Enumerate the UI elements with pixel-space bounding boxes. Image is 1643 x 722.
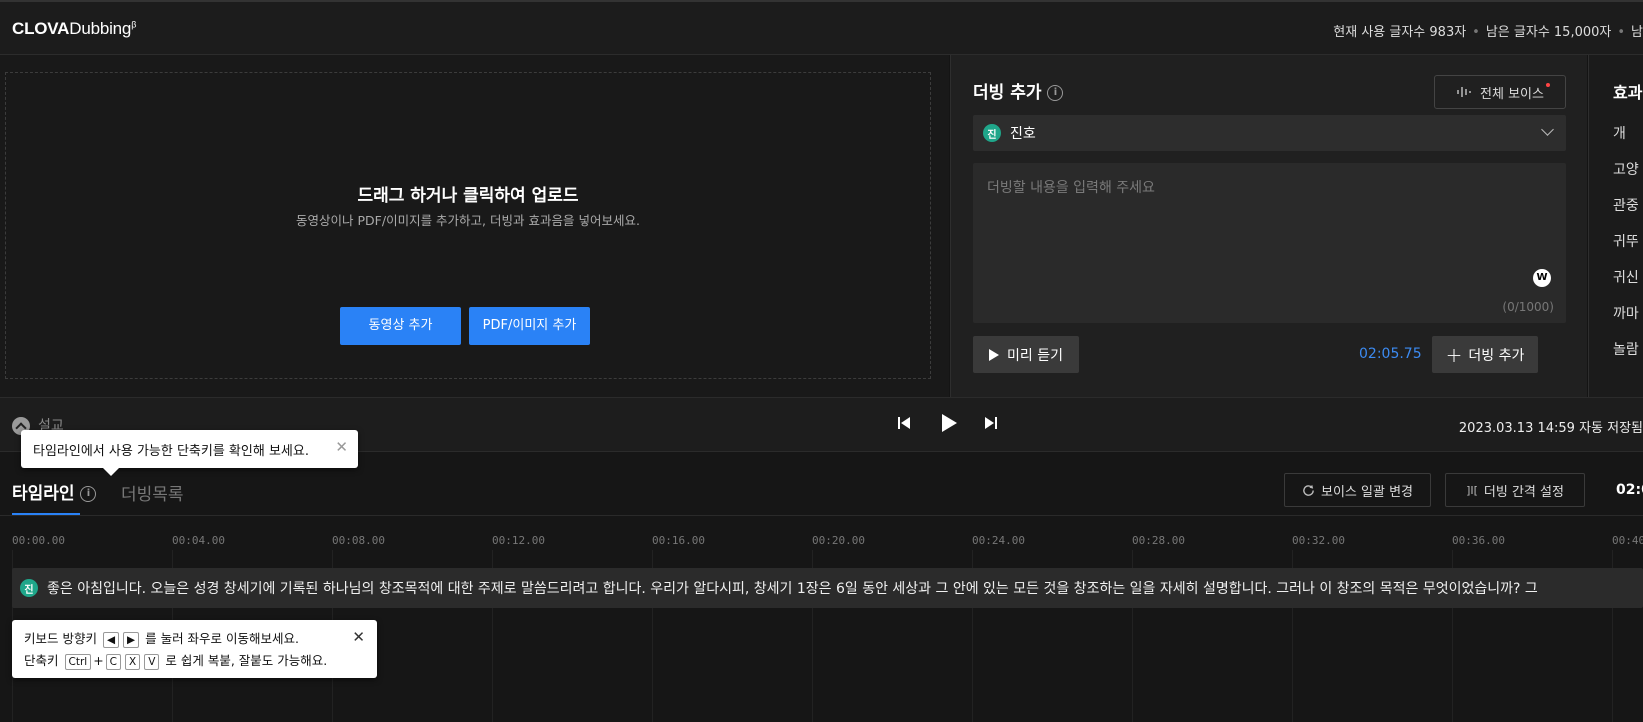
dubbing-clip[interactable]: 진 좋은 아침입니다. 오늘은 성경 창세기에 기록된 하나님의 창조목적에 대… xyxy=(12,568,1643,608)
tooltip-arrow xyxy=(103,468,119,476)
chevron-down-icon xyxy=(1541,123,1554,136)
sfx-item[interactable]: 개 xyxy=(1613,123,1626,143)
ruler-tick: 00:16.00 xyxy=(652,534,705,547)
close-icon[interactable]: ✕ xyxy=(352,626,365,648)
usage-info: 현재 사용 글자수 983자 • 남은 글자수 15,000자 • 남 xyxy=(1333,25,1643,40)
upload-subtitle: 동영상이나 PDF/이미지를 추가하고, 더빙과 효과음을 넣어보세요. xyxy=(296,213,640,228)
left-arrow-key: ◀ xyxy=(102,632,120,648)
w-badge-icon[interactable]: W xyxy=(1533,269,1551,287)
ruler-tick: 00:00.00 xyxy=(12,534,65,547)
keyboard-hint-line1: 키보드 방향키 ◀ ▶ 를 눌러 좌우로 이동해보세요. xyxy=(24,631,300,648)
sound-effects-panel: 효과 개 고양 관중 귀뚜 귀신 까마 놀람 xyxy=(1588,55,1643,397)
preview-button[interactable]: 미리 듣기 xyxy=(973,336,1079,373)
dubbing-interval-button[interactable]: ]I[ 더빙 간격 설정 xyxy=(1445,473,1585,507)
sfx-item[interactable]: 관중 xyxy=(1613,195,1639,215)
ruler-tick: 00:08.00 xyxy=(332,534,385,547)
tabs-divider xyxy=(0,515,1643,516)
close-icon[interactable]: ✕ xyxy=(335,438,348,456)
tab-dubbing-list[interactable]: 더빙목록 xyxy=(121,480,184,505)
sfx-title: 효과 xyxy=(1613,83,1643,102)
remaining-chars: 남은 글자수 15,000자 xyxy=(1485,25,1612,40)
dubbing-title: 더빙 추가 i xyxy=(973,78,1064,103)
dubbing-text-input[interactable]: 더빙할 내용을 입력해 주세요 W (0/1000) xyxy=(973,163,1566,323)
add-dubbing-button[interactable]: + 더빙 추가 xyxy=(1432,336,1538,373)
ruler-tick: 00:40. xyxy=(1612,534,1643,547)
clip-text: 좋은 아침입니다. 오늘은 성경 창세기에 기록된 하나님의 창조목적에 대한 … xyxy=(47,581,1538,597)
ruler-tick: 00:32.00 xyxy=(1292,534,1345,547)
plus-icon: + xyxy=(1445,342,1463,367)
timeline-total-time: 02:0 xyxy=(1616,482,1643,498)
voice-avatar: 진 xyxy=(983,124,1001,142)
shortcut-tooltip: 타임라인에서 사용 가능한 단축키를 확인해 보세요. ✕ xyxy=(21,430,358,476)
ruler-tick: 00:28.00 xyxy=(1132,534,1185,547)
info-icon[interactable]: i xyxy=(80,486,97,502)
add-video-button[interactable]: 동영상 추가 xyxy=(340,307,461,345)
tab-timeline[interactable]: 타임라인 i xyxy=(12,479,97,504)
app-logo[interactable]: CLOVADubbingβ xyxy=(12,19,136,39)
c-key: C xyxy=(105,654,122,670)
refresh-icon xyxy=(1303,484,1314,496)
ruler-tick: 00:12.00 xyxy=(492,534,545,547)
info-icon[interactable]: i xyxy=(1047,85,1064,101)
voice-name: 진호 xyxy=(1010,126,1036,142)
bulk-voice-change-button[interactable]: 보이스 일괄 변경 xyxy=(1284,473,1431,507)
sfx-item[interactable]: 놀람 xyxy=(1613,339,1639,359)
waveform-icon xyxy=(1457,87,1471,97)
ctrl-key: Ctrl xyxy=(64,654,92,670)
right-arrow-key: ▶ xyxy=(123,632,140,648)
play-icon xyxy=(989,348,999,361)
all-voice-button[interactable]: 전체 보이스 xyxy=(1434,75,1566,109)
ruler-tick: 00:20.00 xyxy=(812,534,865,547)
upload-title: 드래그 하거나 클릭하여 업로드 xyxy=(357,186,579,206)
sfx-item[interactable]: 고양 xyxy=(1613,159,1639,179)
add-pdf-image-button[interactable]: PDF/이미지 추가 xyxy=(469,307,590,345)
keyboard-tooltip: 키보드 방향키 ◀ ▶ 를 눌러 좌우로 이동해보세요. 단축키 Ctrl + C X V… xyxy=(12,620,377,678)
autosave-status: 2023.03.13 14:59 자동 저장됨 xyxy=(1458,421,1643,436)
dubbing-duration: 02:05.75 xyxy=(1359,346,1422,362)
sfx-item[interactable]: 까마 xyxy=(1613,303,1639,323)
skip-previous-icon[interactable] xyxy=(896,415,912,431)
voice-select[interactable]: 진 진호 xyxy=(973,115,1566,151)
top-bar: CLOVADubbingβ 현재 사용 글자수 983자 • 남은 글자수 15,0… xyxy=(0,0,1643,55)
ruler-tick: 00:04.00 xyxy=(172,534,225,547)
text-placeholder: 더빙할 내용을 입력해 주세요 xyxy=(987,180,1155,196)
used-chars: 현재 사용 글자수 983자 xyxy=(1333,25,1467,40)
sfx-item[interactable]: 귀뚜 xyxy=(1613,231,1639,251)
dubbing-panel: 더빙 추가 i 전체 보이스 진 진호 더빙할 내용을 입력해 주세요 W (0… xyxy=(950,55,1587,397)
ruler-tick: 00:24.00 xyxy=(972,534,1025,547)
char-count: (0/1000) xyxy=(1502,300,1554,314)
play-icon[interactable] xyxy=(940,413,958,433)
ruler-tick: 00:36.00 xyxy=(1452,534,1505,547)
skip-next-icon[interactable] xyxy=(983,415,999,431)
keyboard-hint-line2: 단축키 Ctrl + C X V 로 쉽게 복붙, 잘붙도 가능해요. xyxy=(24,653,328,670)
interval-icon: ]I[ xyxy=(1466,483,1478,497)
notification-dot xyxy=(1546,83,1550,87)
upload-area: 드래그 하거나 클릭하여 업로드 동영상이나 PDF/이미지를 추가하고, 더빙… xyxy=(0,55,949,397)
upload-dropzone[interactable]: 드래그 하거나 클릭하여 업로드 동영상이나 PDF/이미지를 추가하고, 더빙… xyxy=(5,72,931,379)
x-key: X xyxy=(125,654,141,670)
sfx-item[interactable]: 귀신 xyxy=(1613,267,1639,287)
v-key: V xyxy=(144,654,160,670)
clip-avatar: 진 xyxy=(20,579,38,597)
